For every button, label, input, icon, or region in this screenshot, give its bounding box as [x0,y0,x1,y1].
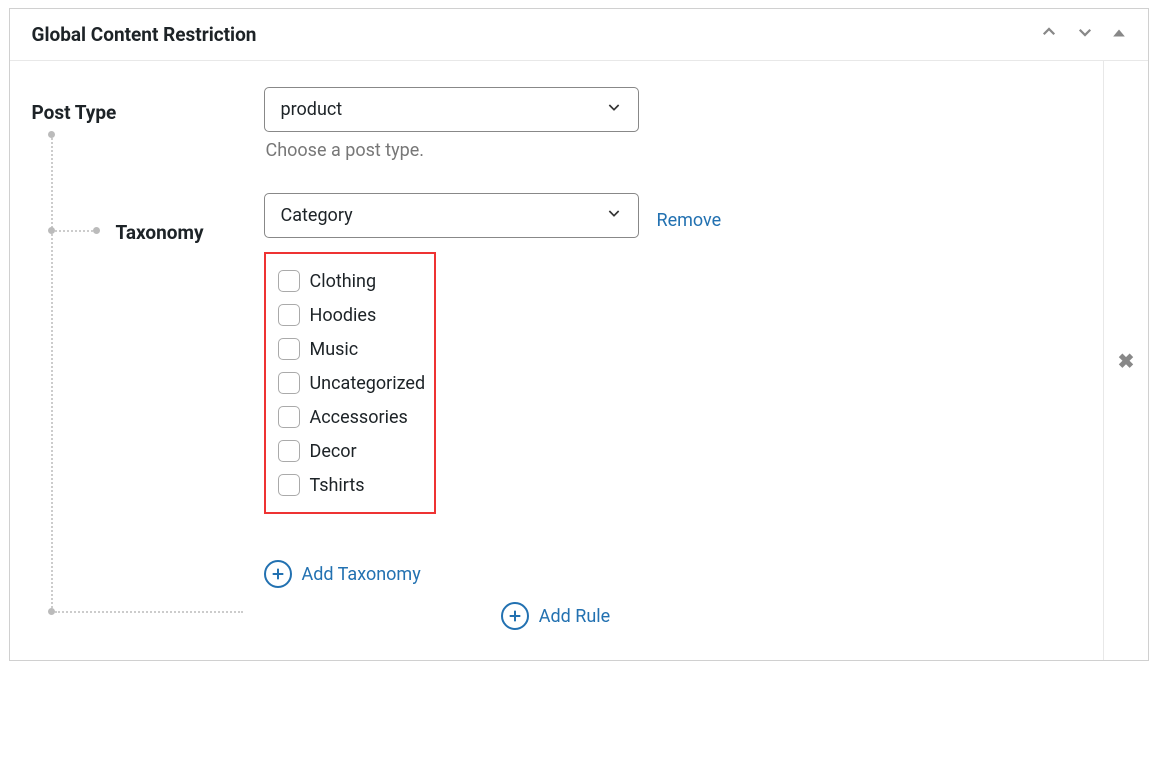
add-rule-bar: Add Rule [32,588,1080,630]
add-taxonomy-label: Add Taxonomy [302,564,421,585]
term-checkbox[interactable] [278,406,300,428]
term-item: Clothing [278,264,420,298]
taxonomy-value: Category [281,205,353,226]
panel-title: Global Content Restriction [32,23,257,46]
collapse-icon[interactable] [1112,24,1126,45]
taxonomy-label: Taxonomy [32,207,264,244]
post-type-hint: Choose a post type. [266,140,1080,161]
add-taxonomy-button[interactable]: Add Taxonomy [264,560,1080,588]
term-label[interactable]: Accessories [310,407,408,428]
move-down-icon[interactable] [1076,23,1094,46]
taxonomy-row: Taxonomy Category Remove [32,193,1080,588]
term-checkbox[interactable] [278,372,300,394]
plus-icon [501,602,529,630]
term-label[interactable]: Tshirts [310,475,365,496]
panel-controls [1040,23,1126,46]
close-icon: ✖ [1118,349,1135,373]
remove-panel-button[interactable]: ✖ [1103,61,1149,660]
term-checkbox[interactable] [278,304,300,326]
panel-header: Global Content Restriction [10,9,1148,61]
chevron-down-icon [606,205,622,226]
plus-icon [264,560,292,588]
add-rule-label: Add Rule [539,606,610,627]
term-label[interactable]: Decor [310,441,357,462]
term-checkbox[interactable] [278,270,300,292]
chevron-down-icon [606,99,622,120]
term-item: Hoodies [278,298,420,332]
term-checkbox[interactable] [278,474,300,496]
term-label[interactable]: Uncategorized [310,373,426,394]
term-label[interactable]: Clothing [310,271,377,292]
taxonomy-terms-box: Clothing Hoodies Music Uncategorize [264,252,436,514]
term-item: Uncategorized [278,366,420,400]
term-label[interactable]: Music [310,339,359,360]
term-item: Tshirts [278,468,420,502]
term-item: Accessories [278,400,420,434]
term-checkbox[interactable] [278,440,300,462]
remove-taxonomy-link[interactable]: Remove [657,200,722,231]
post-type-label: Post Type [32,101,117,124]
post-type-select[interactable]: product [264,87,639,132]
term-item: Decor [278,434,420,468]
add-rule-button[interactable]: Add Rule [501,602,610,630]
post-type-value: product [281,99,343,120]
restriction-panel: Global Content Restriction [9,8,1149,661]
taxonomy-select[interactable]: Category [264,193,639,238]
move-up-icon[interactable] [1040,23,1058,46]
form-area: Post Type product Choose a post type. Ta… [32,87,1080,630]
term-label[interactable]: Hoodies [310,305,377,326]
term-item: Music [278,332,420,366]
term-checkbox[interactable] [278,338,300,360]
post-type-row: Post Type product Choose a post type. [32,87,1080,161]
panel-body: Post Type product Choose a post type. Ta… [10,61,1148,660]
